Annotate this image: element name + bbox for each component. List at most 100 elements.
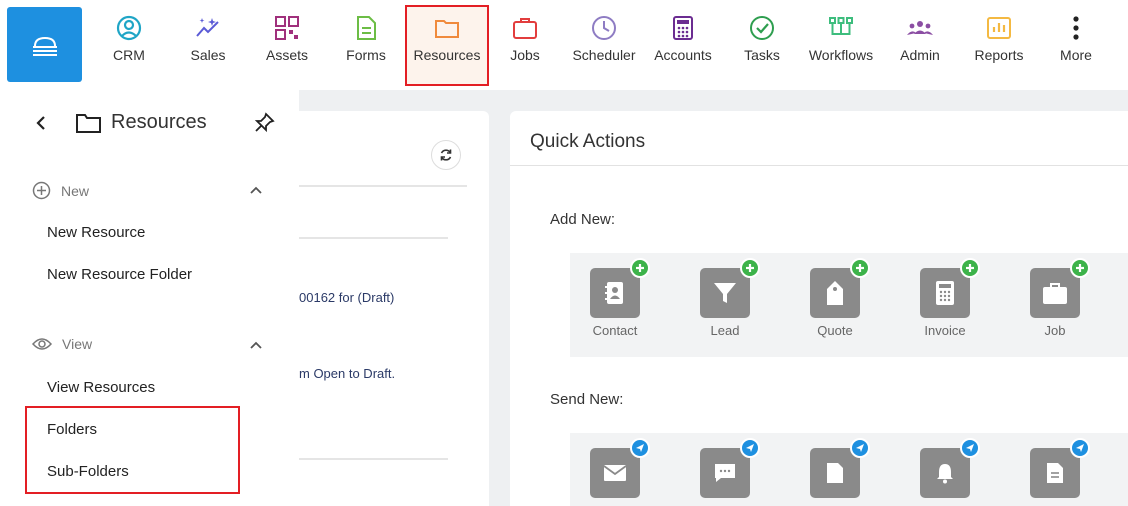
highlight-box xyxy=(25,406,240,494)
form-document-icon xyxy=(1030,438,1090,498)
nav-label: Jobs xyxy=(510,47,540,63)
nav-label: Scheduler xyxy=(572,47,636,63)
check-circle-icon xyxy=(750,16,774,40)
cloud-menu-icon xyxy=(32,36,57,56)
nav-label: Forms xyxy=(346,47,386,63)
calculator-icon xyxy=(920,258,980,318)
nav-label: Tasks xyxy=(744,47,780,63)
nav-assets[interactable]: Assets xyxy=(248,14,326,76)
tile-label: Contact xyxy=(592,323,638,338)
nav-forms[interactable]: Forms xyxy=(327,14,405,76)
vertical-dots-icon xyxy=(1073,16,1079,40)
folder-icon xyxy=(76,114,101,133)
briefcase-icon xyxy=(1030,258,1090,318)
pin-icon[interactable] xyxy=(253,112,275,134)
nav-accounts[interactable]: Accounts xyxy=(644,14,722,76)
chat-bubble-icon xyxy=(700,438,760,498)
send-email-button[interactable] xyxy=(570,438,660,498)
plus-circle-icon xyxy=(32,181,51,200)
sidebar-title: Resources xyxy=(111,111,207,133)
tile-label: Invoice xyxy=(924,323,966,338)
sparkles-icon xyxy=(196,18,219,37)
tile-label: Job xyxy=(1044,323,1066,338)
bar-chart-icon xyxy=(987,17,1011,39)
eye-icon xyxy=(32,338,52,350)
add-new-row: Contact Lead Quote Invoice Job xyxy=(570,253,1128,357)
send-form-button[interactable] xyxy=(1010,438,1100,498)
nav-resources[interactable]: Resources xyxy=(405,5,489,86)
add-job-button[interactable]: Job xyxy=(1010,258,1100,338)
activity-text: 00162 for (Draft) xyxy=(299,290,395,305)
nav-label: More xyxy=(1060,47,1092,63)
tile-label: Lead xyxy=(710,323,740,338)
quick-actions-card: Quick Actions Add New: Contact Lead Quot… xyxy=(510,111,1128,506)
add-lead-button[interactable]: Lead xyxy=(680,258,770,338)
plus-badge-icon xyxy=(1070,258,1090,278)
nav-workflows[interactable]: Workflows xyxy=(802,14,880,76)
send-badge-icon xyxy=(850,438,870,458)
plus-badge-icon xyxy=(630,258,650,278)
person-circle-icon xyxy=(116,15,142,41)
nav-reports[interactable]: Reports xyxy=(960,14,1038,76)
resources-sidebar: Resources New New Resource New Resource … xyxy=(0,90,299,506)
sidebar-link-new-resource[interactable]: New Resource xyxy=(47,224,145,241)
send-badge-icon xyxy=(630,438,650,458)
add-invoice-button[interactable]: Invoice xyxy=(900,258,990,338)
divider xyxy=(510,165,1128,166)
send-badge-icon xyxy=(960,438,980,458)
nav-scheduler[interactable]: Scheduler xyxy=(565,14,643,76)
refresh-button[interactable] xyxy=(431,140,461,170)
chevron-up-icon[interactable] xyxy=(248,182,264,198)
price-tag-icon xyxy=(810,258,870,318)
sidebar-link-view-resources[interactable]: View Resources xyxy=(47,379,155,396)
nav-crm[interactable]: CRM xyxy=(90,14,168,76)
chevron-up-icon[interactable] xyxy=(248,337,264,353)
nav-tasks[interactable]: Tasks xyxy=(723,14,801,76)
nav-label: CRM xyxy=(113,47,145,63)
activity-card: 00162 for (Draft) m Open to Draft. xyxy=(299,111,489,506)
users-icon xyxy=(907,21,933,35)
nav-more[interactable]: More xyxy=(1037,14,1115,76)
top-navigation: CRM Sales Assets Forms Resources Jobs Sc… xyxy=(0,0,1128,90)
calculator-icon xyxy=(673,16,693,40)
workflow-icon xyxy=(829,17,853,35)
qr-code-icon xyxy=(275,16,299,40)
send-new-label: Send New: xyxy=(550,391,624,408)
nav-label: Accounts xyxy=(654,47,712,63)
sidebar-link-new-resource-folder[interactable]: New Resource Folder xyxy=(47,266,192,283)
envelope-icon xyxy=(590,438,650,498)
refresh-icon xyxy=(440,149,452,161)
tile-label: Quote xyxy=(817,323,853,338)
send-new-row xyxy=(570,433,1128,506)
document-icon xyxy=(810,438,870,498)
nav-label: Admin xyxy=(900,47,940,63)
folder-icon xyxy=(435,20,459,38)
add-new-label: Add New: xyxy=(550,211,616,228)
clock-icon xyxy=(592,16,616,40)
plus-badge-icon xyxy=(960,258,980,278)
send-sms-button[interactable] xyxy=(680,438,770,498)
document-icon xyxy=(357,16,376,40)
nav-label: Resources xyxy=(413,47,481,63)
back-chevron-icon[interactable] xyxy=(32,112,50,134)
divider xyxy=(299,237,448,239)
section-new-header[interactable]: New xyxy=(32,181,89,200)
send-badge-icon xyxy=(740,438,760,458)
nav-sales[interactable]: Sales xyxy=(169,14,247,76)
section-view-header[interactable]: View xyxy=(32,336,92,352)
divider xyxy=(299,458,448,460)
add-quote-button[interactable]: Quote xyxy=(790,258,880,338)
divider xyxy=(299,185,467,187)
nav-label: Assets xyxy=(265,47,308,63)
nav-label: Sales xyxy=(190,47,226,63)
briefcase-icon xyxy=(513,18,537,39)
section-label: View xyxy=(62,336,93,352)
send-badge-icon xyxy=(1070,438,1090,458)
add-contact-button[interactable]: Contact xyxy=(570,258,660,338)
funnel-icon xyxy=(700,258,760,318)
nav-admin[interactable]: Admin xyxy=(881,14,959,76)
app-menu-button[interactable] xyxy=(7,7,82,82)
nav-jobs[interactable]: Jobs xyxy=(486,14,564,76)
send-letter-button[interactable] xyxy=(790,438,880,498)
send-notification-button[interactable] xyxy=(900,438,990,498)
